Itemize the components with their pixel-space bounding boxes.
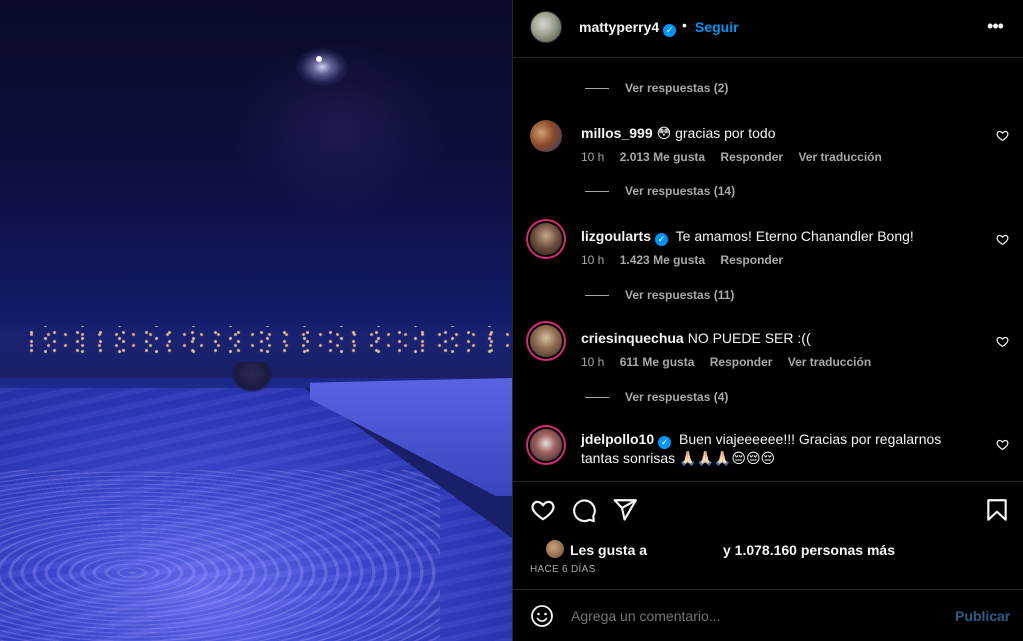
comment-body: 😳 gracias por todo: [656, 125, 776, 141]
comment-text: millos_999 😳 gracias por todo: [581, 124, 981, 142]
commenter-avatar[interactable]: [530, 223, 562, 255]
author-username[interactable]: mattyperry4 ✓: [579, 19, 677, 37]
translate-button[interactable]: Ver traducción: [798, 150, 881, 164]
view-replies-label[interactable]: Ver respuestas (4): [625, 390, 728, 404]
comment-meta: 10 h 2.013 Me gusta Responder Ver traduc…: [581, 150, 894, 164]
heart-icon[interactable]: [996, 335, 1009, 348]
comment-time[interactable]: 10 h: [581, 355, 604, 369]
person-in-pool: [232, 362, 272, 392]
emoji-icon[interactable]: [530, 604, 554, 628]
replies-line: [585, 191, 609, 193]
heart-icon[interactable]: [996, 233, 1009, 246]
reply-button[interactable]: Responder: [710, 355, 773, 369]
author-avatar[interactable]: [530, 11, 562, 43]
commenter-username[interactable]: lizgoularts ✓: [581, 228, 669, 246]
view-replies-button[interactable]: Ver respuestas (4): [585, 390, 728, 404]
comments-list[interactable]: Ver respuestas (2) millos_999 😳 gracias p…: [513, 59, 1023, 481]
commenter-avatar[interactable]: [530, 120, 562, 152]
replies-line: [585, 88, 609, 90]
view-replies-label[interactable]: Ver respuestas (11): [625, 288, 734, 302]
comment-meta: 10 h 1.423 Me gusta Responder: [581, 253, 795, 267]
view-replies-button[interactable]: Ver respuestas (11): [585, 288, 734, 302]
likes-count[interactable]: y 1.078.160 personas más: [723, 542, 895, 558]
commenter-username-text[interactable]: jdelpollo10: [581, 431, 654, 447]
replies-line: [585, 295, 609, 297]
comment-body: NO PUEDE SER :((: [687, 330, 811, 346]
post-side-panel: mattyperry4 ✓ • Seguir ••• Ver respuestas…: [512, 0, 1023, 641]
commenter-username[interactable]: millos_999: [581, 125, 653, 141]
moon-core: [316, 56, 322, 62]
comment-body: Te amamos! Eterno Chanandler Bong!: [675, 228, 914, 244]
commenter-username-text[interactable]: lizgoularts: [581, 228, 651, 244]
verified-icon: ✓: [658, 436, 672, 449]
comment-icon[interactable]: [571, 497, 597, 523]
replies-line: [585, 397, 609, 399]
view-replies-button[interactable]: Ver respuestas (2): [585, 81, 728, 95]
post-actions: Les gusta a y 1.078.160 personas más HAC…: [513, 481, 1023, 588]
comment-time[interactable]: 10 h: [581, 253, 604, 267]
author-username-text[interactable]: mattyperry4: [579, 19, 659, 35]
follow-button[interactable]: Seguir: [695, 19, 739, 35]
bookmark-icon[interactable]: [984, 497, 1010, 523]
verified-icon: ✓: [655, 233, 669, 246]
comment-meta: 10 h 611 Me gusta Responder Ver traducci…: [581, 355, 883, 369]
comment-text: criesinquechua NO PUEDE SER :((: [581, 329, 981, 347]
comment-text: jdelpollo10 ✓ Buen viajeeeeee!!! Gracias …: [581, 430, 981, 467]
post-timestamp[interactable]: HACE 6 DÍAS: [530, 564, 596, 575]
reply-button[interactable]: Responder: [720, 253, 783, 267]
comment-likes[interactable]: 2.013 Me gusta: [620, 150, 705, 164]
pool-foam: [0, 470, 440, 641]
moon: [296, 48, 348, 86]
comment-text: lizgoularts ✓ Te amamos! Eterno Chanandle…: [581, 227, 981, 246]
translate-button[interactable]: Ver traducción: [788, 355, 871, 369]
view-replies-label[interactable]: Ver respuestas (14): [625, 184, 735, 198]
commenter-username[interactable]: jdelpollo10 ✓: [581, 431, 672, 449]
add-comment-bar: Publicar: [513, 589, 1023, 641]
verified-icon: ✓: [663, 24, 677, 37]
commenter-avatar[interactable]: [530, 429, 562, 461]
city-lights: [20, 326, 510, 354]
heart-icon[interactable]: [530, 497, 556, 523]
share-icon[interactable]: [612, 497, 638, 523]
liker-avatar[interactable]: [545, 539, 565, 559]
publish-button[interactable]: Publicar: [955, 608, 1010, 624]
commenter-username[interactable]: criesinquechua: [581, 330, 684, 346]
comment-time[interactable]: 10 h: [581, 150, 604, 164]
comment-likes[interactable]: 611 Me gusta: [620, 355, 695, 369]
separator-dot: •: [682, 17, 687, 33]
view-replies-label[interactable]: Ver respuestas (2): [625, 81, 728, 95]
post-photo[interactable]: [0, 0, 512, 641]
heart-icon[interactable]: [996, 438, 1009, 451]
comment-input[interactable]: [571, 608, 931, 624]
view-replies-button[interactable]: Ver respuestas (14): [585, 184, 735, 198]
comment-likes[interactable]: 1.423 Me gusta: [620, 253, 705, 267]
likes-prefix[interactable]: Les gusta a: [570, 542, 647, 558]
heart-icon[interactable]: [996, 129, 1009, 142]
more-icon[interactable]: •••: [983, 14, 1007, 38]
reply-button[interactable]: Responder: [720, 150, 783, 164]
commenter-avatar[interactable]: [530, 325, 562, 357]
post-header: mattyperry4 ✓ • Seguir •••: [513, 0, 1023, 58]
